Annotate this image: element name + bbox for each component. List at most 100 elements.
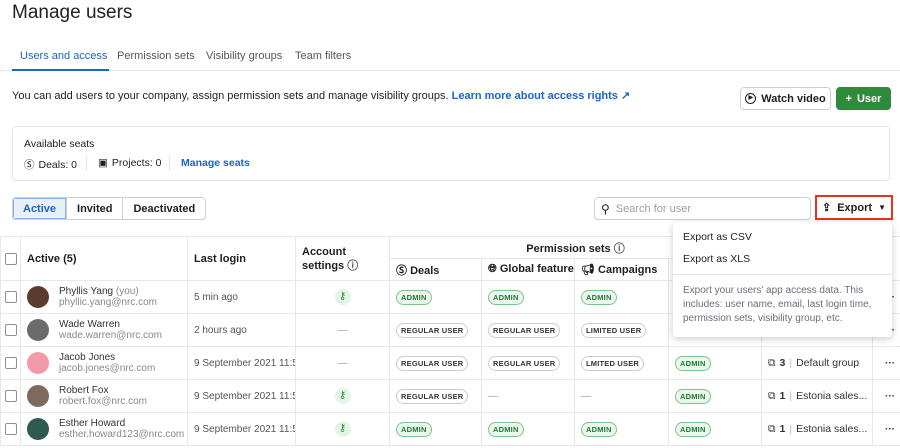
megaphone-icon: 📢︎ [581, 264, 595, 276]
search-input[interactable] [615, 202, 796, 215]
visibility-group[interactable]: Estonia sales... [796, 390, 867, 402]
row-checkbox[interactable] [5, 390, 17, 402]
key-icon[interactable]: ⚷ [334, 421, 351, 437]
visibility-group-icon: ⧉ [768, 356, 776, 369]
manage-seats-link[interactable]: Manage seats [181, 157, 250, 169]
permission-badge[interactable]: REGULAR USER [396, 355, 469, 371]
filter-active[interactable]: Active [13, 198, 68, 219]
tab-visibility-groups[interactable]: Visibility groups [206, 50, 282, 62]
permission-badge[interactable]: ADMIN [581, 421, 617, 437]
visibility-group-icon: ⧉ [768, 422, 776, 435]
permission-badge[interactable]: LMITED USER [581, 355, 645, 371]
visibility-group[interactable]: Default group [796, 357, 859, 369]
available-seats-panel: Available seats Ⓢ Deals: 0 ▣ Projects: 0 M… [12, 126, 890, 181]
campaigns-column-header: Campaigns [598, 264, 658, 276]
export-button[interactable]: ⇪ Export ▼ [815, 195, 893, 220]
plus-icon: + [845, 92, 852, 105]
avatar [27, 352, 49, 374]
active-tab-indicator [12, 69, 109, 71]
row-checkbox[interactable] [5, 291, 17, 303]
search-icon: ⚲ [601, 201, 610, 216]
row-checkbox[interactable] [5, 423, 17, 435]
more-actions-icon[interactable]: ··· [872, 379, 900, 413]
permission-badge[interactable]: LIMITED USER [581, 322, 647, 338]
permission-badge[interactable]: REGULAR USER [396, 388, 469, 404]
permission-sets-header: Permission sets [526, 242, 611, 255]
permission-badge[interactable]: ADMIN [675, 355, 711, 371]
dollar-icon: Ⓢ [396, 264, 407, 277]
last-login: 2 hours ago [187, 313, 296, 347]
description: You can add users to your company, assig… [12, 89, 630, 102]
user-name[interactable]: Phyllis Yang [59, 286, 113, 297]
permission-badge[interactable]: ADMIN [488, 289, 524, 305]
description-text: You can add users to your company, assig… [12, 90, 449, 102]
projects-seats: ▣ Projects: 0 [98, 157, 162, 169]
seats-title: Available seats [24, 138, 95, 150]
more-actions-icon[interactable]: ··· [872, 412, 900, 446]
last-login: 9 September 2021 11:57 [187, 346, 296, 380]
permission-badge[interactable]: ADMIN [675, 421, 711, 437]
user-email: robert.fox@nrc.com [59, 396, 147, 407]
user-name[interactable]: Esther Howard [59, 418, 125, 429]
avatar [27, 385, 49, 407]
user-name[interactable]: Wade Warren [59, 319, 120, 330]
export-dropdown: Export as CSV Export as XLS Export your … [673, 222, 892, 337]
permission-badge[interactable]: REGULAR USER [396, 322, 469, 338]
last-login: 5 min ago [187, 280, 296, 314]
watch-video-button[interactable]: ▶ Watch video [740, 87, 831, 110]
key-icon[interactable]: ⚷ [334, 289, 351, 305]
export-note: Export your users' app access data. This… [683, 285, 872, 324]
visibility-count: 3 [779, 357, 786, 369]
tab-users-and-access[interactable]: Users and access [20, 50, 107, 62]
table-row[interactable]: Jacob Jones jacob.jones@nrc.com 9 Septem… [0, 346, 900, 380]
dollar-icon: Ⓢ [24, 159, 35, 171]
last-login: 9 September 2021 11:57 [187, 412, 296, 446]
table-row[interactable]: Esther Howard esther.howard123@nrc.com 9… [0, 412, 900, 446]
tab-bar: Users and access Permission sets Visibil… [0, 46, 900, 71]
more-actions-icon[interactable]: ··· [872, 346, 900, 380]
add-user-label: User [856, 92, 882, 105]
deals-column-header: Deals [410, 264, 440, 277]
empty-dash: — [337, 324, 348, 336]
permission-badge[interactable]: REGULAR USER [488, 355, 561, 371]
divider [86, 155, 87, 171]
visibility-count: 1 [779, 390, 786, 402]
export-csv-option[interactable]: Export as CSV [683, 231, 752, 243]
permission-badge[interactable]: ADMIN [488, 421, 524, 437]
permission-badge[interactable]: REGULAR USER [488, 322, 561, 338]
upload-icon: ⇪ [822, 202, 832, 214]
info-icon[interactable]: ⓘ [614, 243, 625, 255]
add-user-button[interactable]: + User [836, 87, 891, 110]
filter-deactivated[interactable]: Deactivated [123, 198, 205, 219]
export-xls-option[interactable]: Export as XLS [683, 253, 750, 265]
avatar [27, 286, 49, 308]
permission-badge[interactable]: ADMIN [396, 289, 432, 305]
tab-permission-sets[interactable]: Permission sets [117, 50, 195, 62]
global-features-column-header: Global features [499, 263, 575, 275]
permission-badge[interactable]: ADMIN [675, 388, 711, 404]
last-login-header: Last login [187, 236, 296, 281]
info-icon[interactable]: ⓘ [347, 260, 358, 272]
permission-badge[interactable]: ADMIN [581, 289, 617, 305]
page-title: Manage users [12, 2, 133, 23]
user-name[interactable]: Jacob Jones [59, 352, 115, 363]
user-email: phyllic.yang@nrc.com [59, 297, 157, 308]
user-name[interactable]: Robert Fox [59, 385, 108, 396]
permission-badge[interactable]: ADMIN [396, 421, 432, 437]
empty-dash: — [581, 390, 591, 402]
avatar [27, 418, 49, 440]
menu-divider [673, 274, 892, 275]
table-row[interactable]: Robert Fox robert.fox@nrc.com 9 Septembe… [0, 379, 900, 413]
active-header: Active (5) [20, 236, 188, 281]
row-checkbox[interactable] [5, 357, 17, 369]
visibility-group[interactable]: Estonia sales... [796, 423, 867, 435]
empty-dash: — [488, 390, 498, 402]
key-icon[interactable]: ⚷ [334, 388, 351, 404]
filter-invited[interactable]: Invited [67, 198, 124, 219]
row-checkbox[interactable] [5, 324, 17, 336]
select-all-checkbox[interactable] [5, 252, 17, 265]
learn-more-link[interactable]: Learn more about access rights ↗ [452, 90, 631, 102]
tab-team-filters[interactable]: Team filters [295, 50, 351, 62]
visibility-group-icon: ⧉ [768, 389, 776, 402]
caret-down-icon: ▼ [878, 203, 886, 212]
